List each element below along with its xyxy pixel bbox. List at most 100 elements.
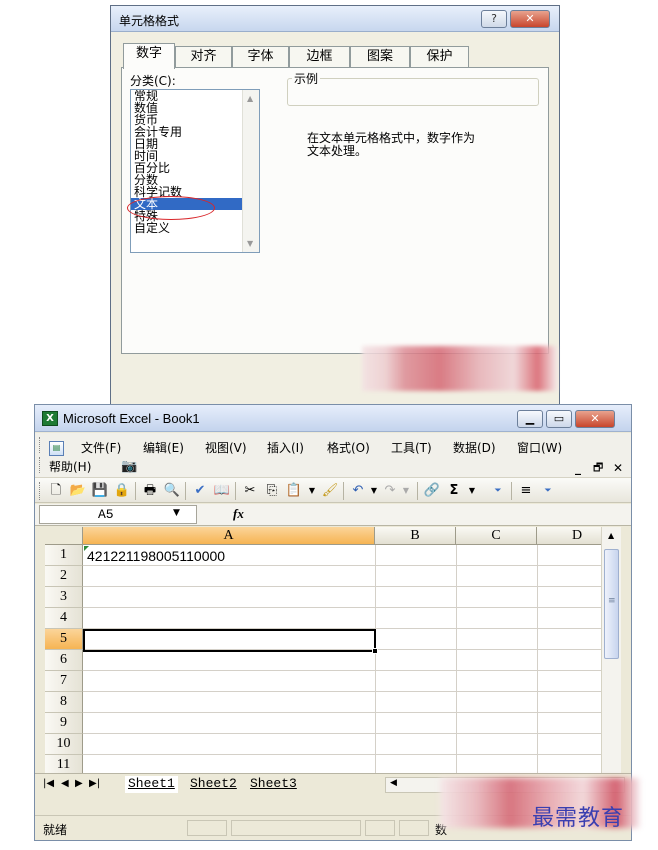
row-header-2[interactable]: 2: [45, 566, 83, 587]
column-header-d[interactable]: D: [537, 527, 611, 545]
status-panel: [365, 820, 395, 836]
document-icon[interactable]: ▤: [49, 441, 64, 456]
excel-app-icon: X: [42, 411, 58, 426]
camera-icon[interactable]: 📷: [121, 458, 137, 476]
tab-protection[interactable]: 保护: [410, 46, 469, 68]
scroll-left-arrow-icon[interactable]: ◀: [390, 778, 397, 788]
toolbar-separator: [511, 482, 512, 500]
paste-dropdown-icon[interactable]: ▼: [303, 482, 321, 500]
next-sheet-icon[interactable]: ▶: [75, 778, 83, 789]
category-item[interactable]: 自定义: [131, 222, 259, 234]
new-file-icon[interactable]: 🗋: [47, 482, 65, 500]
print-icon[interactable]: 🖶: [141, 482, 159, 500]
redo-dropdown-icon[interactable]: ▼: [397, 482, 415, 500]
toolbar-options-icon[interactable]: ⏷: [539, 482, 557, 500]
menu-format[interactable]: 格式(O): [327, 439, 370, 457]
prev-sheet-icon[interactable]: ◀: [61, 778, 69, 789]
scroll-up-arrow-icon[interactable]: ▲: [608, 531, 614, 540]
status-text: 就绪: [43, 823, 68, 837]
copy-icon[interactable]: ⎘: [263, 482, 281, 500]
minimize-button[interactable]: ▁: [517, 410, 543, 428]
vertical-scrollbar[interactable]: ▲ ≡: [601, 527, 621, 773]
tab-border[interactable]: 边框: [289, 46, 350, 68]
tab-font[interactable]: 字体: [232, 46, 289, 68]
sheet-tab-sheet3[interactable]: Sheet3: [247, 776, 300, 793]
cut-icon[interactable]: ✂: [241, 482, 259, 500]
menu-tools[interactable]: 工具(T): [391, 439, 432, 457]
column-header-c[interactable]: C: [456, 527, 537, 545]
open-folder-icon[interactable]: 📂: [69, 482, 87, 500]
row-header-10[interactable]: 10: [45, 734, 83, 755]
hyperlink-icon[interactable]: 🔗: [423, 482, 441, 500]
scroll-up-arrow-icon[interactable]: ▲: [247, 94, 253, 103]
doc-restore-icon[interactable]: 🗗: [593, 459, 603, 477]
worksheet-grid[interactable]: A B C D 1 2 3 4 5 6 7 8 9 10 11 42122119…: [45, 527, 611, 773]
maximize-button[interactable]: ▭: [546, 410, 572, 428]
help-button[interactable]: ?: [481, 10, 507, 28]
save-icon[interactable]: 💾: [91, 482, 109, 500]
mosaic-blur-overlay: [362, 346, 557, 391]
doc-close-icon[interactable]: ✕: [613, 459, 623, 477]
window-close-button[interactable]: ✕: [575, 410, 615, 428]
row-header-9[interactable]: 9: [45, 713, 83, 734]
grid-line: [83, 691, 611, 692]
menu-view[interactable]: 视图(V): [205, 439, 247, 457]
dialog-close-button[interactable]: ✕: [510, 10, 550, 28]
menu-window[interactable]: 窗口(W): [517, 439, 562, 457]
menu-help[interactable]: 帮助(H): [49, 458, 91, 476]
toolbar-grip[interactable]: [39, 482, 41, 500]
active-cell-a5[interactable]: [83, 629, 376, 652]
row-header-8[interactable]: 8: [45, 692, 83, 713]
toolbar-separator: [417, 482, 418, 500]
row-header-11[interactable]: 11: [45, 755, 83, 773]
select-all-corner[interactable]: [45, 527, 83, 545]
permission-icon[interactable]: 🔒: [113, 482, 131, 500]
window-title: Microsoft Excel - Book1: [63, 411, 200, 426]
scroll-thumb[interactable]: ≡: [604, 549, 619, 659]
fill-handle[interactable]: [372, 648, 378, 654]
row-header-5[interactable]: 5: [45, 629, 83, 650]
grid-line: [456, 545, 457, 773]
format-painter-icon[interactable]: 🖌: [321, 482, 339, 500]
column-header-a[interactable]: A: [83, 527, 375, 545]
grid-line: [83, 586, 611, 587]
formula-bar: A5 ▼ fx: [35, 504, 631, 526]
cell-a1[interactable]: 421221198005110000: [87, 548, 225, 564]
tab-patterns[interactable]: 图案: [350, 46, 410, 68]
first-sheet-icon[interactable]: |◀: [43, 778, 54, 789]
sheet-tab-sheet1[interactable]: Sheet1: [125, 776, 178, 793]
format-cells-dialog: 单元格格式 ? ✕ 数字 对齐 字体 边框 图案 保护 分类(C): 常规 数值…: [110, 5, 560, 405]
row-header-1[interactable]: 1: [45, 545, 83, 566]
menu-insert[interactable]: 插入(I): [267, 439, 304, 457]
insert-function-icon[interactable]: fx: [233, 506, 244, 522]
doc-minimize-icon[interactable]: _: [575, 459, 581, 477]
menu-grip[interactable]: [39, 457, 41, 473]
autosum-icon[interactable]: Σ: [445, 482, 463, 500]
menu-edit[interactable]: 编辑(E): [143, 439, 184, 457]
name-box-dropdown-icon[interactable]: ▼: [173, 508, 180, 518]
sheet-tab-sheet2[interactable]: Sheet2: [187, 776, 240, 793]
menu-data[interactable]: 数据(D): [453, 439, 496, 457]
menu-grip[interactable]: [39, 437, 41, 453]
scroll-down-arrow-icon[interactable]: ▼: [247, 239, 253, 248]
category-scrollbar[interactable]: ▲ ▼: [242, 90, 259, 252]
row-header-3[interactable]: 3: [45, 587, 83, 608]
menu-file[interactable]: 文件(F): [81, 439, 121, 457]
align-icon[interactable]: ≡: [517, 482, 535, 500]
research-icon[interactable]: 📖: [213, 482, 231, 500]
last-sheet-icon[interactable]: ▶|: [89, 778, 100, 789]
row-header-4[interactable]: 4: [45, 608, 83, 629]
spelling-icon[interactable]: ✔: [191, 482, 209, 500]
autosum-dropdown-icon[interactable]: ▼: [463, 482, 481, 500]
tab-number[interactable]: 数字: [123, 43, 175, 69]
column-header-b[interactable]: B: [375, 527, 456, 545]
menu-bar: ▤ 文件(F) 编辑(E) 视图(V) 插入(I) 格式(O) 工具(T) 数据…: [35, 433, 631, 477]
row-header-6[interactable]: 6: [45, 650, 83, 671]
tab-alignment[interactable]: 对齐: [175, 46, 232, 68]
paste-icon[interactable]: 📋: [285, 482, 303, 500]
number-tab-panel: 分类(C): 常规 数值 货币 会计专用 日期 时间 百分比 分数 科学记数 文…: [121, 67, 549, 354]
category-list[interactable]: 常规 数值 货币 会计专用 日期 时间 百分比 分数 科学记数 文本 特殊 自定…: [130, 89, 260, 253]
toolbar-options-icon[interactable]: ⏷: [489, 482, 507, 500]
print-preview-icon[interactable]: 🔍: [163, 482, 181, 500]
row-header-7[interactable]: 7: [45, 671, 83, 692]
